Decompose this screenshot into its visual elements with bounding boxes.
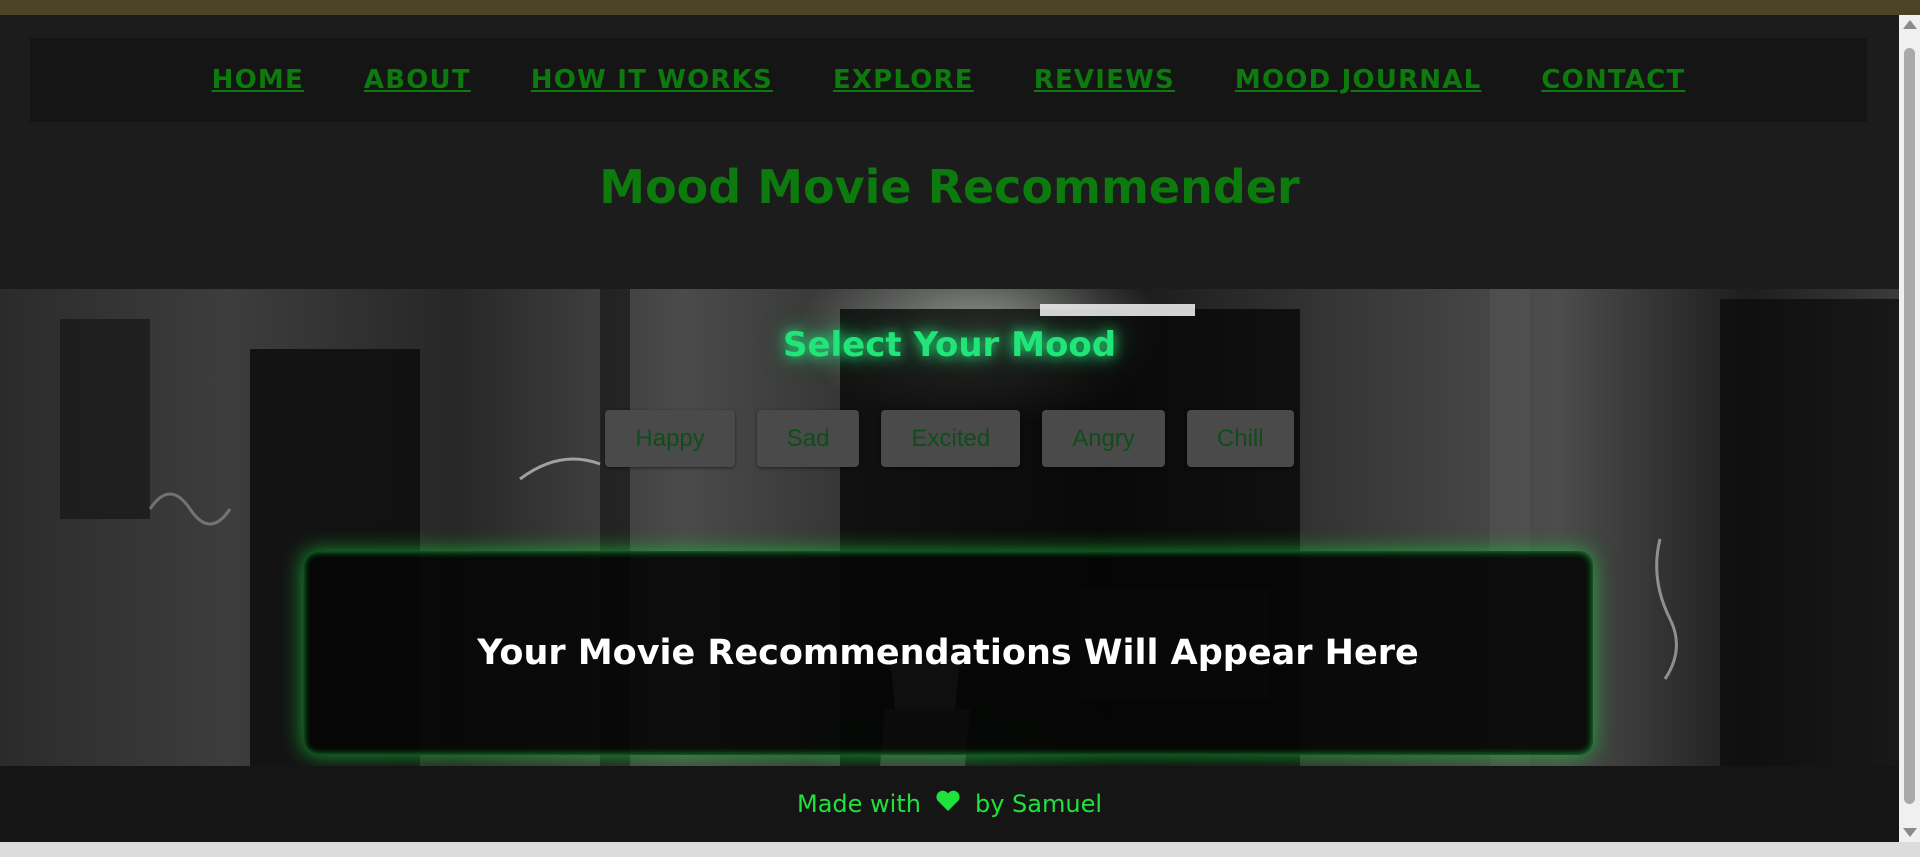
heart-icon xyxy=(935,790,961,818)
mood-button-group: Happy Sad Excited Angry Chill xyxy=(0,410,1899,467)
nav-link-explore[interactable]: EXPLORE xyxy=(833,65,974,95)
mood-button-chill[interactable]: Chill xyxy=(1186,410,1294,467)
mood-button-angry[interactable]: Angry xyxy=(1042,410,1165,467)
recommendations-panel: Your Movie Recommendations Will Appear H… xyxy=(303,551,1593,755)
nav-link-how-it-works[interactable]: HOW IT WORKS xyxy=(531,65,773,95)
scroll-thumb[interactable] xyxy=(1904,48,1915,804)
nav-link-about[interactable]: ABOUT xyxy=(364,65,471,95)
mood-button-happy[interactable]: Happy xyxy=(605,410,735,467)
mood-button-excited[interactable]: Excited xyxy=(881,410,1021,467)
mood-heading: Select Your Mood xyxy=(782,325,1117,365)
footer-made-with: Made with xyxy=(797,790,921,818)
browser-top-strip xyxy=(0,0,1920,15)
nav-link-mood-journal[interactable]: MOOD JOURNAL xyxy=(1235,65,1481,95)
nav-link-reviews[interactable]: REVIEWS xyxy=(1034,65,1175,95)
nav-link-home[interactable]: HOME xyxy=(212,65,304,95)
vertical-scrollbar[interactable] xyxy=(1899,15,1920,842)
navbar: HOME ABOUT HOW IT WORKS EXPLORE REVIEWS … xyxy=(30,38,1867,122)
recommendations-placeholder: Your Movie Recommendations Will Appear H… xyxy=(477,633,1419,673)
scroll-down-icon[interactable] xyxy=(1903,828,1917,837)
page-title: Mood Movie Recommender xyxy=(599,160,1300,214)
nav-link-contact[interactable]: CONTACT xyxy=(1541,65,1685,95)
mood-section: Select Your Mood Happy Sad Excited Angry… xyxy=(0,289,1899,766)
browser-bottom-strip xyxy=(0,842,1920,857)
footer: Made with by Samuel xyxy=(0,766,1899,842)
scroll-up-icon[interactable] xyxy=(1903,20,1917,29)
page: HOME ABOUT HOW IT WORKS EXPLORE REVIEWS … xyxy=(0,15,1899,842)
footer-author: by Samuel xyxy=(974,790,1102,818)
mood-button-sad[interactable]: Sad xyxy=(756,410,860,467)
